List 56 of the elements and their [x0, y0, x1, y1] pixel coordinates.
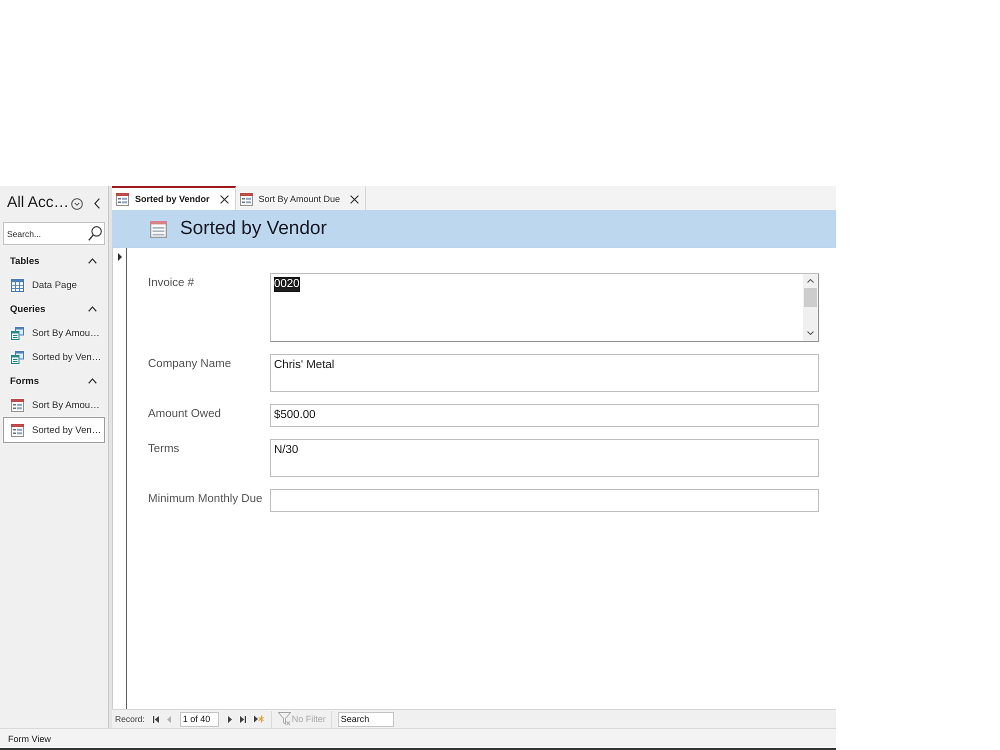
nav-item[interactable]: Sort By Amou… [3, 321, 105, 345]
chevron-up-icon[interactable] [88, 378, 97, 384]
field-value: 0020 [274, 277, 300, 292]
close-icon[interactable] [350, 194, 360, 204]
record-label: Record: [115, 714, 145, 724]
form-icon [116, 192, 129, 206]
query-icon [11, 326, 24, 340]
nav-item[interactable]: Sorted by Ven… [3, 345, 105, 369]
form-icon [11, 424, 24, 436]
nav-item[interactable]: Sorted by Ven… [3, 417, 105, 443]
funnel-icon [278, 712, 291, 726]
nav-item[interactable]: Data Page [3, 273, 105, 297]
query-icon [11, 350, 24, 364]
current-record-icon [118, 253, 122, 261]
search-field[interactable]: Search... [3, 222, 105, 245]
form-title: Sorted by Vendor [180, 218, 327, 240]
scrollbar[interactable] [803, 274, 818, 341]
input-field[interactable] [270, 489, 819, 512]
first-record-icon[interactable] [152, 716, 159, 722]
chevron-up-icon[interactable] [807, 279, 814, 283]
field-value: $500.00 [274, 408, 316, 423]
field-label: Amount Owed [148, 407, 222, 420]
form-icon [11, 398, 24, 412]
dropdown-icon[interactable] [71, 198, 84, 210]
input-field[interactable]: N/30 [270, 439, 819, 477]
nav-item[interactable]: Sort By Amou… [3, 393, 105, 417]
field-value: N/30 [274, 443, 298, 458]
pane-title[interactable]: All Acc… [7, 194, 70, 212]
close-icon[interactable] [220, 194, 229, 204]
field-label: Invoice # [148, 276, 196, 289]
input-field[interactable]: $500.00 [270, 404, 819, 427]
table-icon [11, 278, 24, 292]
group-header[interactable]: Tables [0, 249, 108, 273]
input-field[interactable]: Chris' Metal [270, 354, 819, 392]
field-label: Terms [148, 442, 180, 455]
field-value: Chris' Metal [274, 358, 334, 373]
form-icon [150, 220, 167, 238]
document-tab[interactable]: Sorted by Vendor [112, 186, 236, 210]
search-field[interactable]: Search [338, 712, 394, 726]
group-header[interactable]: Queries [0, 297, 108, 321]
search-icon[interactable] [88, 226, 102, 241]
chevron-left-icon[interactable] [94, 198, 100, 208]
chevron-down-icon[interactable] [807, 331, 814, 335]
field-label: Minimum Monthly Due [148, 492, 264, 505]
next-record-icon[interactable] [228, 716, 232, 722]
new-record-icon[interactable] [254, 715, 264, 723]
last-record-icon[interactable] [240, 716, 246, 722]
chevron-up-icon[interactable] [88, 306, 97, 312]
record-position-field[interactable]: 1 of 40 [180, 712, 219, 726]
field-label: Company Name [148, 357, 232, 370]
form-icon [240, 192, 253, 206]
chevron-up-icon[interactable] [88, 258, 97, 264]
status-text: Form View [8, 734, 51, 744]
input-field[interactable]: 0020 [270, 273, 819, 342]
group-header[interactable]: Forms [0, 369, 108, 393]
scrollbar-thumb[interactable] [804, 288, 817, 307]
